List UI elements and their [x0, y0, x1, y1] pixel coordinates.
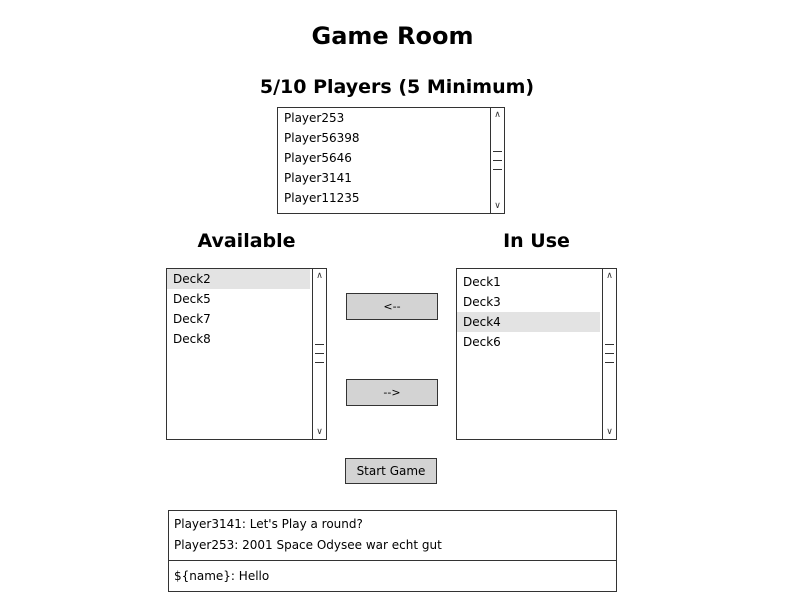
- player-item[interactable]: Player3141: [278, 168, 488, 188]
- scroll-down-icon[interactable]: ∨: [491, 200, 504, 212]
- deck-item[interactable]: Deck7: [167, 309, 310, 329]
- players-list[interactable]: Player253 Player56398 Player5646 Player3…: [277, 107, 505, 214]
- deck-item[interactable]: Deck3: [457, 292, 600, 312]
- in-use-decks-list[interactable]: Deck1 Deck3 Deck4 Deck6 ∧ ∨: [456, 268, 617, 440]
- deck-item[interactable]: Deck4: [457, 312, 600, 332]
- scroll-down-icon[interactable]: ∨: [603, 426, 616, 438]
- in-use-heading: In Use: [503, 230, 570, 252]
- available-heading: Available: [197, 230, 296, 252]
- start-game-button[interactable]: Start Game: [345, 458, 437, 484]
- deck-item[interactable]: Deck1: [457, 272, 600, 292]
- move-to-available-button[interactable]: <--: [346, 293, 438, 320]
- scroll-up-icon[interactable]: ∧: [491, 109, 504, 121]
- chat-message: Player253: 2001 Space Odysee war echt gu…: [174, 538, 442, 552]
- chat-message: Player3141: Let's Play a round?: [174, 517, 363, 531]
- player-item[interactable]: Player56398: [278, 128, 488, 148]
- deck-item[interactable]: Deck8: [167, 329, 310, 349]
- deck-item[interactable]: Deck6: [457, 332, 600, 352]
- scroll-up-icon[interactable]: ∧: [603, 270, 616, 282]
- page-title: Game Room: [311, 22, 474, 50]
- deck-item[interactable]: Deck5: [167, 289, 310, 309]
- available-scrollbar[interactable]: ∧ ∨: [312, 269, 326, 439]
- scroll-grip[interactable]: [493, 151, 502, 152]
- player-item[interactable]: Player11235: [278, 188, 488, 208]
- scroll-up-icon[interactable]: ∧: [313, 270, 326, 282]
- scroll-down-icon[interactable]: ∨: [313, 426, 326, 438]
- scroll-grip[interactable]: [605, 344, 614, 345]
- chat-panel: Player3141: Let's Play a round? Player25…: [168, 510, 617, 592]
- player-item[interactable]: Player253: [278, 108, 488, 128]
- players-heading: 5/10 Players (5 Minimum): [259, 76, 535, 98]
- player-item[interactable]: Player5646: [278, 148, 488, 168]
- scroll-grip[interactable]: [315, 344, 324, 345]
- chat-input[interactable]: [169, 561, 616, 591]
- available-decks-list[interactable]: Deck2 Deck5 Deck7 Deck8 ∧ ∨: [166, 268, 327, 440]
- move-to-in-use-button[interactable]: -->: [346, 379, 438, 406]
- in-use-scrollbar[interactable]: ∧ ∨: [602, 269, 616, 439]
- players-scrollbar[interactable]: ∧ ∨: [490, 108, 504, 213]
- deck-item[interactable]: Deck2: [167, 269, 310, 289]
